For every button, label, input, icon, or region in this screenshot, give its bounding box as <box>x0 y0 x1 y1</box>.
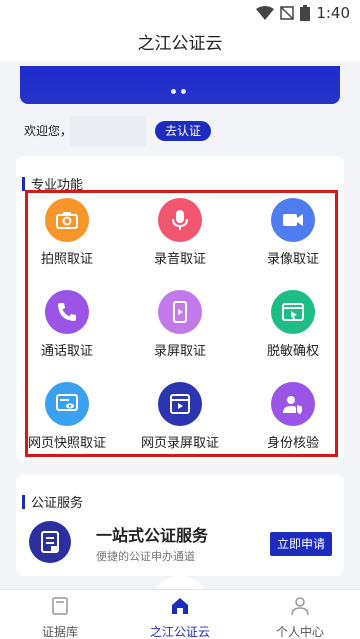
carousel-indicator <box>171 89 186 94</box>
banner-carousel[interactable] <box>20 66 340 104</box>
tab-label: 证据库 <box>41 625 78 639</box>
notary-document-icon <box>29 521 71 563</box>
folder-icon <box>52 597 68 615</box>
apply-now-button[interactable]: 立即申请 <box>270 532 332 556</box>
user-name-placeholder <box>70 116 146 146</box>
status-time: 1:40 <box>316 4 350 22</box>
service-card-title: 一站式公证服务 <box>96 526 209 545</box>
service-section-title: 公证服务 <box>22 492 83 511</box>
highlight-box <box>25 190 338 457</box>
certify-button[interactable]: 去认证 <box>155 121 212 141</box>
bottom-nav: 证据库 之江公证云 个人中心 <box>0 589 360 639</box>
section-marker <box>22 494 25 509</box>
page-title: 之江公证云 <box>0 26 360 62</box>
tab-label: 之江公证云 <box>149 625 210 639</box>
tab-label: 个人中心 <box>275 625 324 639</box>
tab-personal-center[interactable]: 个人中心 <box>240 590 360 639</box>
home-icon <box>172 598 188 614</box>
tab-evidence-library[interactable]: 证据库 <box>0 590 120 639</box>
no-sim-icon <box>280 6 295 20</box>
battery-icon <box>300 5 311 21</box>
welcome-label: 欢迎您， <box>24 124 73 138</box>
wifi-icon <box>256 6 275 20</box>
carousel-dot <box>171 89 176 94</box>
status-bar: 1:40 <box>0 0 360 26</box>
service-card-subtitle: 便捷的公证申办通道 <box>96 550 195 563</box>
tab-home[interactable]: 之江公证云 <box>120 590 240 639</box>
carousel-dot <box>181 89 186 94</box>
person-icon <box>291 597 309 616</box>
section-marker <box>22 176 25 191</box>
section-title-text: 公证服务 <box>31 496 84 511</box>
